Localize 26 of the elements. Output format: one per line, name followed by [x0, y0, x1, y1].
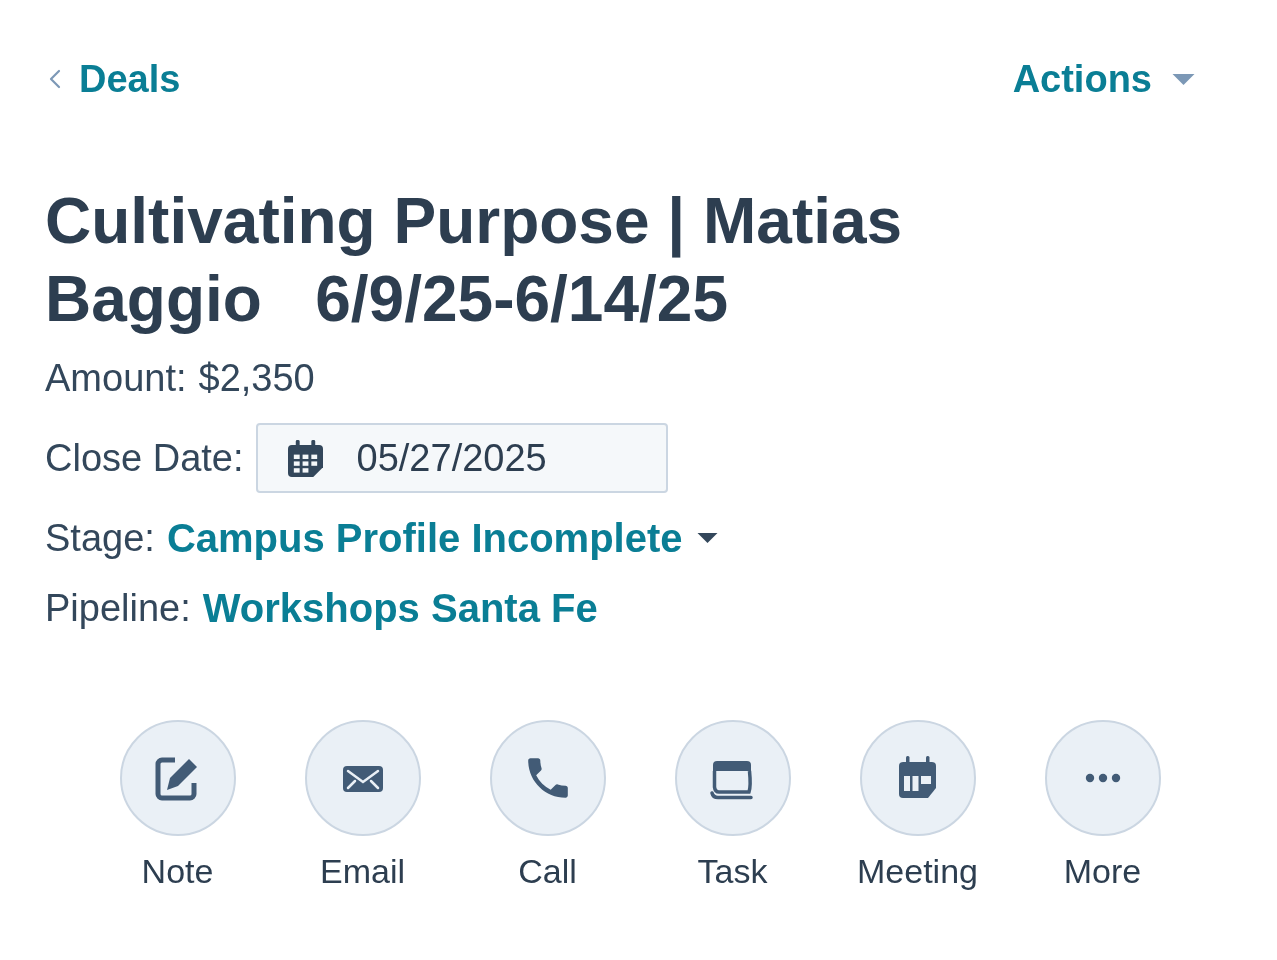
activity-button[interactable]: More [1010, 720, 1195, 891]
caret-down-icon [1172, 73, 1195, 85]
caret-down-icon [696, 533, 718, 543]
more-icon [1044, 720, 1161, 836]
deal-title: Cultivating Purpose | Matias Baggio 6/9/25-6/14/25 [45, 184, 904, 337]
property-value: $2,350 [198, 356, 315, 401]
property-label: Amount: [45, 356, 187, 401]
property-label: Close Date: [45, 436, 244, 481]
chevron-left-icon [49, 69, 61, 89]
property-label: Stage: [45, 516, 155, 561]
activity-button[interactable]: Call [455, 720, 640, 891]
calendar-icon [287, 439, 323, 477]
back-link[interactable]: Deals [45, 58, 181, 100]
notepad-icon [674, 720, 791, 836]
date-field[interactable]: 05/27/2025 [255, 423, 668, 493]
activity-button[interactable]: Email [270, 720, 455, 891]
activity-button[interactable]: Task [640, 720, 825, 891]
property-label: Pipeline: [45, 586, 191, 631]
pipeline-link[interactable]: Workshops Santa Fe [202, 585, 598, 631]
envelope-icon [304, 720, 421, 836]
actions-menu-button[interactable]: Actions [1012, 58, 1195, 100]
activity-button[interactable]: Meeting [825, 720, 1010, 891]
calendar-icon [859, 720, 976, 836]
phone-icon [489, 720, 606, 836]
stage-dropdown[interactable]: Campus Profile Incomplete [166, 515, 718, 561]
activity-button[interactable]: Note [85, 720, 270, 891]
